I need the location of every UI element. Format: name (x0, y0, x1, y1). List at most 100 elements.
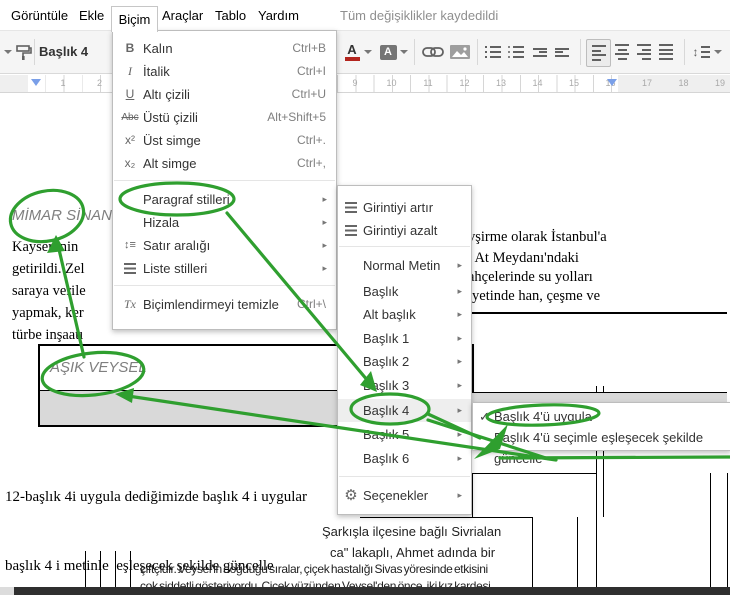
highlight-color-icon[interactable]: A (378, 31, 398, 73)
menu-item-baslik-1[interactable]: Başlık 1 ▸ (338, 327, 471, 350)
bottom-bar (14, 587, 730, 595)
submenu-arrow-icon: ▸ (322, 194, 327, 204)
table-border (710, 473, 711, 587)
body-line[interactable]: vşirme olarak İstanbul'a (468, 229, 607, 246)
submenu-arrow-icon: ▸ (457, 490, 462, 500)
menu-item-alt-baslik[interactable]: Alt başlık ▸ (338, 303, 471, 326)
submenu-arrow-icon: ▸ (457, 260, 462, 270)
menu-item-italik[interactable]: I İtalik Ctrl+I (113, 60, 336, 83)
menubar: Görüntüle Ekle Araçlar Tablo Yardım Tüm … (0, 0, 730, 30)
body-line[interactable]: türbe inşaatı (12, 327, 112, 344)
save-status: Tüm değişiklikler kaydedildi (340, 8, 499, 23)
decrease-indent-icon[interactable] (529, 31, 550, 73)
menu-item-hizala[interactable]: Hizala ▸ (113, 211, 336, 234)
decrease-indent-icon (342, 219, 360, 244)
indent-marker-left[interactable] (31, 79, 41, 86)
submenu-arrow-icon: ▸ (457, 380, 462, 390)
menu-yardim[interactable]: Yardım (258, 8, 299, 23)
bold-icon: B (125, 41, 135, 55)
insert-image-icon[interactable] (449, 31, 471, 73)
justify-icon[interactable] (656, 31, 676, 73)
ruler-mark: 13 (496, 78, 507, 88)
submenu-arrow-icon: ▸ (322, 217, 327, 227)
format-painter-icon[interactable] (15, 31, 33, 73)
menu-item-kalin[interactable]: B Kalın Ctrl+B (113, 37, 336, 60)
menu-item-bicimlendirmeyi-temizle[interactable]: Tx Biçimlendirmeyi temizle Ctrl+\ (113, 293, 336, 316)
menu-item-baslik-6[interactable]: Başlık 6 ▸ (338, 447, 471, 470)
google-docs-window: Görüntüle Ekle Araçlar Tablo Yardım Tüm … (0, 0, 730, 595)
superscript-icon: x² (125, 133, 135, 147)
menu-item-normal-metin[interactable]: Normal Metin ▸ (338, 254, 471, 277)
insert-link-icon[interactable] (421, 31, 445, 73)
ruler-mark: 19 (715, 78, 726, 88)
heading-mimar-sinan[interactable]: MİMAR SİNAN (12, 207, 113, 224)
align-left-icon[interactable] (586, 39, 611, 67)
table-border (727, 473, 728, 587)
menu-tablo[interactable]: Tablo (215, 8, 246, 23)
menu-item-baslik-5[interactable]: Başlık 5 ▸ (338, 423, 471, 446)
menu-araclar[interactable]: Araçlar (162, 8, 203, 23)
submenu-arrow-icon: ▸ (457, 453, 462, 463)
indent-marker-right[interactable] (607, 79, 617, 86)
menu-item-baslik-4[interactable]: Başlık 4 ▸ (338, 399, 471, 422)
text-color-icon[interactable]: A (342, 31, 362, 73)
menu-item-liste-stilleri[interactable]: Liste stilleri ▸ (113, 257, 336, 280)
line-spacing-icon: ↕≡ (124, 239, 136, 251)
menu-item-secenekler[interactable]: ⚙ Seçenekler ▸ (338, 484, 471, 507)
menu-item-baslik4-uygula[interactable]: ✓ Başlık 4'ü uygula (473, 406, 730, 427)
line-spacing-icon[interactable]: ↕ (690, 31, 712, 73)
menu-bicim[interactable]: Biçim (111, 6, 158, 32)
underline-icon: U (125, 87, 135, 101)
table-border (460, 312, 727, 314)
menu-item-paragraf-stilleri[interactable]: Paragraf stilleri ▸ (113, 188, 336, 211)
menu-item-ust-simge[interactable]: x² Üst simge Ctrl+. (113, 129, 336, 152)
menu-item-alti-cizili[interactable]: U Altı çizili Ctrl+U (113, 83, 336, 106)
body-line[interactable]: , At Meydanı'ndaki (468, 250, 579, 267)
checkmark-icon: ✓ (479, 409, 490, 424)
menu-goruntule[interactable]: Görüntüle (11, 8, 68, 23)
menu-item-baslik4-guncelle[interactable]: Başlık 4'ü seçimle eşleşecek şekilde gün… (473, 427, 730, 466)
align-center-icon[interactable] (612, 31, 632, 73)
format-menu: B Kalın Ctrl+B I İtalik Ctrl+I U Altı çi… (112, 30, 337, 330)
body-line[interactable]: çiftçidir. Veysel'in doğduğu sıralar, çi… (140, 562, 488, 576)
heading-asik-veysel[interactable]: AŞIK VEYSEL (50, 359, 147, 376)
increase-indent-icon[interactable] (551, 31, 572, 73)
menu-item-baslik-2[interactable]: Başlık 2 ▸ (338, 350, 471, 373)
highlight-color-caret[interactable] (399, 31, 409, 73)
table-border (472, 473, 597, 474)
body-line[interactable]: Şarkışla ilçesine bağlı Sivrialan (322, 524, 501, 539)
menu-item-satir-araligi[interactable]: ↕≡ Satır aralığı ▸ (113, 234, 336, 257)
submenu-arrow-icon: ▸ (457, 309, 462, 319)
gear-icon: ⚙ (344, 487, 358, 504)
menu-item-baslik[interactable]: Başlık ▸ (338, 280, 471, 303)
body-line[interactable]: iyetinde han, çeşme ve (468, 288, 600, 305)
numbered-list-icon[interactable] (484, 31, 506, 73)
align-right-icon[interactable] (634, 31, 654, 73)
text-color-caret[interactable] (363, 31, 373, 73)
styles-dropdown[interactable]: Başlık 4 (39, 31, 88, 73)
body-line[interactable]: yapmak, ker (12, 305, 112, 322)
table-border (360, 517, 533, 518)
submenu-arrow-icon: ▸ (457, 333, 462, 343)
submenu-arrow-icon: ▸ (457, 429, 462, 439)
ruler-mark: 1 (60, 78, 66, 88)
ruler-mark: 12 (459, 78, 470, 88)
menu-item-baslik-3[interactable]: Başlık 3 ▸ (338, 374, 471, 397)
line-spacing-caret[interactable] (713, 31, 723, 73)
menu-item-alt-simge[interactable]: x₂ Alt simge Ctrl+, (113, 152, 336, 175)
body-line[interactable]: ahçelerinde su yolları (468, 269, 593, 286)
menu-item-ustu-cizili[interactable]: Abc Üstü çizili Alt+Shift+5 (113, 106, 336, 129)
body-line[interactable]: ca" lakaplı, Ahmet adında bir (330, 545, 495, 560)
ruler-mark: 9 (352, 78, 358, 88)
toolbar-more-caret[interactable] (2, 31, 14, 73)
menu-ekle[interactable]: Ekle (79, 8, 104, 23)
menu-item-girintiyi-azalt[interactable]: Girintiyi azalt (338, 219, 471, 242)
menu-item-girintiyi-artir[interactable]: Girintiyi artır (338, 196, 471, 219)
subscript-icon: x₂ (124, 156, 136, 170)
bulleted-list-icon[interactable] (507, 31, 529, 73)
ruler-mark: 11 (423, 78, 433, 88)
body-line[interactable]: Kayseri'nin (12, 239, 112, 256)
body-line[interactable]: saraya verile (12, 283, 112, 300)
ruler: 12345678910111213141516171819 (0, 75, 730, 93)
body-line[interactable]: getirildi. Zel (12, 261, 112, 278)
